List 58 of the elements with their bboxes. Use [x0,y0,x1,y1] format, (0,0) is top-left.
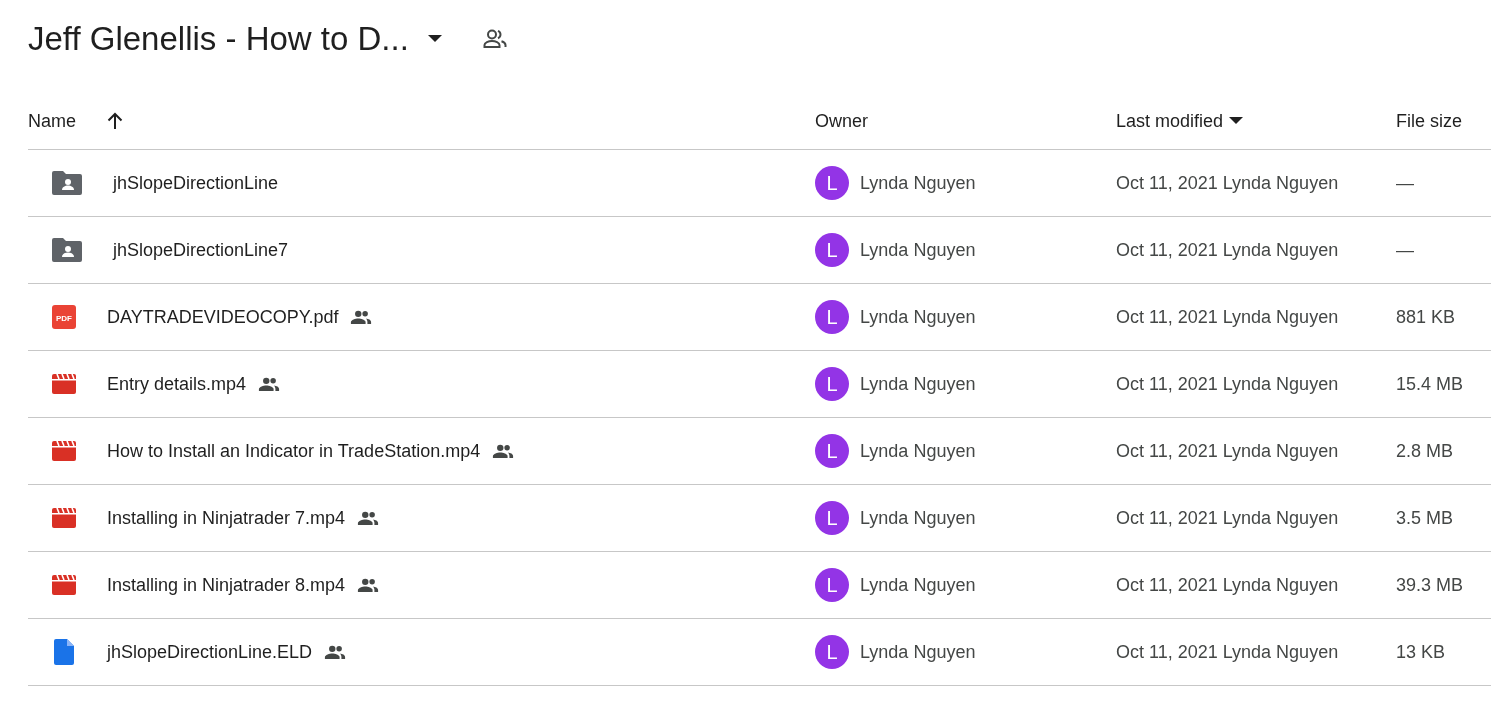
video-clapper-icon [52,441,76,461]
owner-avatar: L [815,367,849,401]
owner-avatar: L [815,501,849,535]
file-name[interactable]: jhSlopeDirectionLine [113,172,279,194]
owner-avatar: L [815,568,849,602]
owner-avatar: L [815,300,849,334]
column-header[interactable]: Name [28,110,76,132]
column-header[interactable]: File size [1396,110,1462,132]
owner-name: Lynda Nguyen [860,641,976,663]
file-name[interactable]: Installing in Ninjatrader 7.mp4 [107,507,346,529]
file-size-text: 881 KB [1396,306,1456,327]
file-size-text: 3.5 MB [1396,507,1454,528]
file-size-text: — [1396,239,1414,260]
caret-down-icon[interactable] [1229,117,1244,125]
people-outline-icon [482,29,507,49]
owner-name: Lynda Nguyen [860,373,976,395]
file-name[interactable]: jhSlopeDirectionLine7 [113,239,289,261]
sort-up-arrow-icon[interactable] [106,112,124,130]
last-modified-text: Oct 11, 2021 Lynda Nguyen [1116,507,1339,528]
last-modified-text: Oct 11, 2021 Lynda Nguyen [1116,440,1339,461]
last-modified-text: Oct 11, 2021 Lynda Nguyen [1116,641,1339,662]
owner-name: Lynda Nguyen [860,306,976,328]
owner-name: Lynda Nguyen [860,440,976,462]
file-size-text: 39.3 MB [1396,574,1464,595]
owner-avatar: L [815,434,849,468]
folder-title: Jeff Glenellis - How to D... [28,20,409,58]
video-clapper-icon [52,575,76,595]
file-name[interactable]: DAYTRADEVIDEOCOPY.pdf [107,306,339,328]
pdf-file-icon: PDF [52,305,76,329]
owner-avatar: L [815,166,849,200]
file-size-text: 15.4 MB [1396,373,1464,394]
file-name[interactable]: jhSlopeDirectionLine.ELD [107,641,313,663]
last-modified-text: Oct 11, 2021 Lynda Nguyen [1116,172,1339,193]
file-name[interactable]: Installing in Ninjatrader 8.mp4 [107,574,346,596]
owner-name: Lynda Nguyen [860,239,976,261]
column-header[interactable]: Owner [815,110,868,132]
last-modified-text: Oct 11, 2021 Lynda Nguyen [1116,373,1339,394]
owner-name: Lynda Nguyen [860,574,976,596]
file-size-text: — [1396,172,1414,193]
video-clapper-icon [52,374,76,394]
file-name[interactable]: Entry details.mp4 [107,373,247,395]
owner-avatar: L [815,635,849,669]
caret-down-icon [427,35,442,43]
last-modified-text: Oct 11, 2021 Lynda Nguyen [1116,306,1339,327]
file-size-text: 2.8 MB [1396,440,1454,461]
last-modified-text: Oct 11, 2021 Lynda Nguyen [1116,574,1339,595]
shared-folder-icon [52,171,82,195]
column-header[interactable]: Last modified [1116,110,1224,132]
file-name[interactable]: How to Install an Indicator in TradeStation.mp4 [107,440,481,462]
document-file-icon [52,639,76,665]
owner-name: Lynda Nguyen [860,507,976,529]
owner-name: Lynda Nguyen [860,172,976,194]
video-clapper-icon [52,508,76,528]
last-modified-text: Oct 11, 2021 Lynda Nguyen [1116,239,1339,260]
shared-users-button[interactable] [482,29,507,49]
shared-folder-icon [52,238,82,262]
owner-avatar: L [815,233,849,267]
file-size-text: 13 KB [1396,641,1446,662]
